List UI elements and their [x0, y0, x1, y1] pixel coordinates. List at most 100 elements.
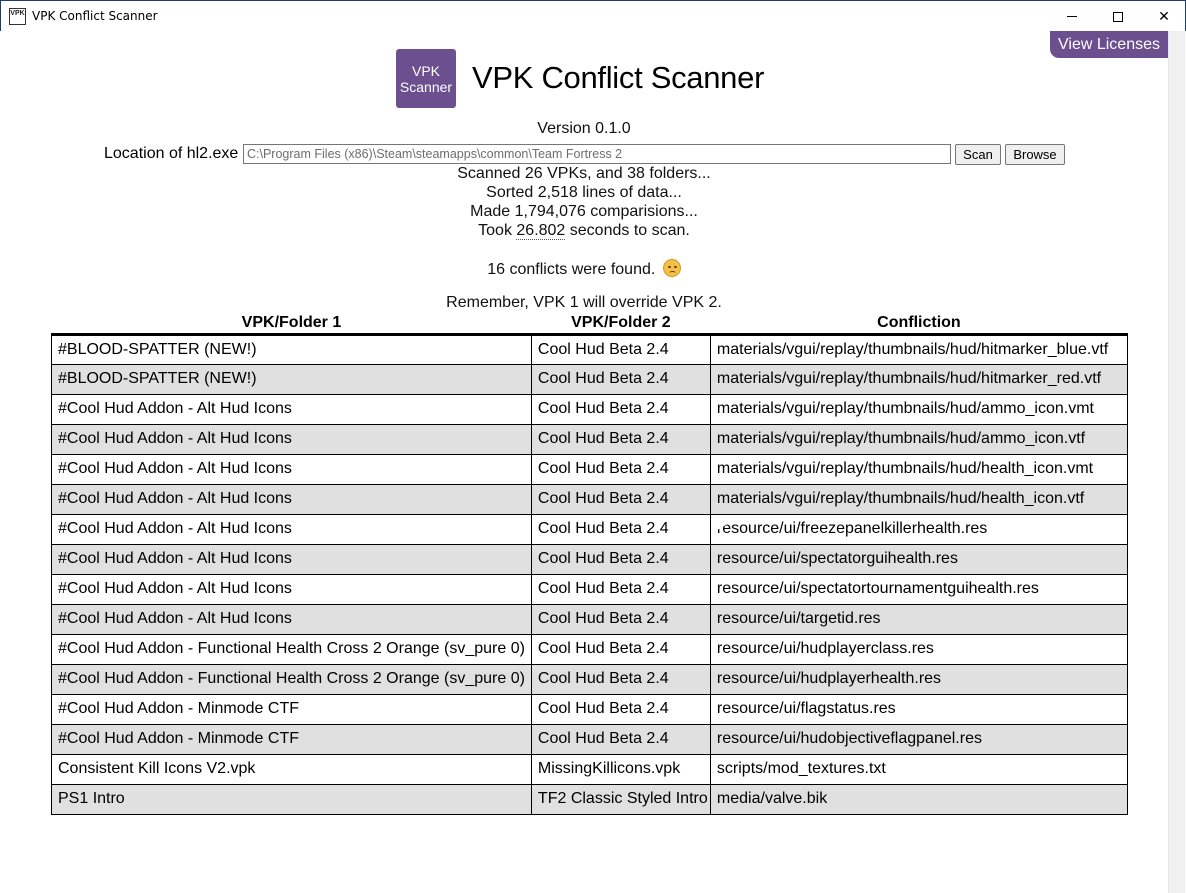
- cell-vpk2: Cool Hud Beta 2.4: [530, 513, 711, 545]
- column-header-vpk1: VPK/Folder 1: [51, 313, 532, 336]
- cell-vpk1: Consistent Kill Icons V2.vpk: [51, 753, 532, 785]
- cell-vpk1: #Cool Hud Addon - Minmode CTF: [51, 693, 532, 725]
- cell-confliction: resource/ui/spectatortournamentguihealth…: [709, 573, 1128, 605]
- table-header-row: VPK/Folder 1 VPK/Folder 2 Confliction: [51, 313, 1128, 336]
- cell-vpk1: #Cool Hud Addon - Alt Hud Icons: [51, 513, 532, 545]
- column-header-vpk2: VPK/Folder 2: [531, 313, 711, 336]
- cell-vpk2: Cool Hud Beta 2.4: [530, 363, 711, 395]
- cell-vpk2: Cool Hud Beta 2.4: [530, 423, 711, 455]
- cell-confliction: materials/vgui/replay/thumbnails/hud/hit…: [709, 333, 1128, 365]
- took-prefix: Took: [478, 222, 517, 239]
- cell-confliction: resource/ui/freezepanelkillerhealth.res: [709, 513, 1128, 545]
- table-row: PS1 Intro TF2 Classic Styled Intro media/v…: [51, 783, 1128, 815]
- cell-vpk2: Cool Hud Beta 2.4: [530, 483, 711, 515]
- cell-vpk2: Cool Hud Beta 2.4: [530, 573, 711, 605]
- cell-confliction: resource/ui/hudplayerclass.res: [709, 633, 1128, 665]
- cell-vpk2: Cool Hud Beta 2.4: [530, 603, 711, 635]
- browse-button[interactable]: Browse: [1005, 144, 1065, 165]
- table-row: #Cool Hud Addon - Alt Hud Icons Cool Hud …: [51, 483, 1128, 515]
- cell-confliction: materials/vgui/replay/thumbnails/hud/hea…: [709, 483, 1128, 515]
- conflicts-summary: 16 conflicts were found.: [0, 259, 1168, 279]
- sad-face-icon: [662, 259, 681, 277]
- app-logo: VPK Scanner: [396, 49, 456, 108]
- cell-confliction: media/valve.bik: [709, 783, 1128, 815]
- close-button[interactable]: ✕: [1141, 1, 1186, 32]
- status-scanned: Scanned 26 VPKs, and 38 folders...: [457, 165, 711, 182]
- column-header-confliction: Confliction: [710, 313, 1128, 336]
- vertical-scrollbar[interactable]: [1168, 31, 1185, 893]
- cell-confliction: resource/ui/hudobjectiveflagpanel.res: [709, 723, 1128, 755]
- table-row: #Cool Hud Addon - Minmode CTF Cool Hud Be…: [51, 693, 1128, 725]
- took-seconds: 26.802: [516, 222, 566, 240]
- table-row: #Cool Hud Addon - Alt Hud Icons Cool Hud …: [51, 393, 1128, 425]
- cell-vpk1: #Cool Hud Addon - Alt Hud Icons: [51, 423, 532, 455]
- table-row: #Cool Hud Addon - Minmode CTF Cool Hud Be…: [51, 723, 1128, 755]
- cell-vpk2: Cool Hud Beta 2.4: [530, 663, 711, 695]
- location-label: Location of hl2.exe: [104, 145, 239, 162]
- app-icon: VPK: [9, 8, 26, 25]
- conflicts-count-text: 16 conflicts were found.: [487, 261, 656, 278]
- conflict-table: VPK/Folder 1 VPK/Folder 2 Confliction #B…: [51, 313, 1128, 815]
- cell-vpk1: #Cool Hud Addon - Minmode CTF: [51, 723, 532, 755]
- table-row: #BLOOD-SPATTER (NEW!) Cool Hud Beta 2.4 ma…: [51, 333, 1128, 365]
- table-row: #BLOOD-SPATTER (NEW!) Cool Hud Beta 2.4 ma…: [51, 363, 1128, 395]
- cell-confliction: resource/ui/hudplayerhealth.res: [709, 663, 1128, 695]
- minimize-button[interactable]: [1049, 1, 1095, 32]
- table-row: #Cool Hud Addon - Functional Health Cros…: [51, 633, 1128, 665]
- logo-line-2: Scanner: [399, 78, 453, 95]
- table-row: #Cool Hud Addon - Alt Hud Icons Cool Hud …: [51, 573, 1128, 605]
- took-suffix: seconds to scan.: [565, 222, 690, 239]
- table-row: Consistent Kill Icons V2.vpk MissingKilli…: [51, 753, 1128, 785]
- table-row: #Cool Hud Addon - Alt Hud Icons Cool Hud …: [51, 513, 1128, 545]
- scan-button[interactable]: Scan: [955, 144, 1001, 165]
- cell-confliction: scripts/mod_textures.txt: [709, 753, 1128, 785]
- cell-vpk1: #Cool Hud Addon - Alt Hud Icons: [51, 453, 532, 485]
- status-sorted: Sorted 2,518 lines of data...: [486, 184, 682, 201]
- cell-vpk2: Cool Hud Beta 2.4: [530, 453, 711, 485]
- cell-confliction: materials/vgui/replay/thumbnails/hud/hea…: [709, 453, 1128, 485]
- table-row: #Cool Hud Addon - Alt Hud Icons Cool Hud …: [51, 603, 1128, 635]
- location-input[interactable]: [243, 144, 951, 164]
- table-row: #Cool Hud Addon - Functional Health Cros…: [51, 663, 1128, 695]
- cell-vpk2: Cool Hud Beta 2.4: [530, 633, 711, 665]
- cell-vpk2: Cool Hud Beta 2.4: [530, 723, 711, 755]
- logo-line-1: VPK: [411, 62, 440, 79]
- cell-vpk2: Cool Hud Beta 2.4: [530, 543, 711, 575]
- cell-vpk1: #Cool Hud Addon - Alt Hud Icons: [51, 393, 532, 425]
- cell-vpk2: MissingKillicons.vpk: [530, 753, 711, 785]
- cell-vpk1: #Cool Hud Addon - Alt Hud Icons: [51, 603, 532, 635]
- minimize-icon: [1067, 16, 1077, 17]
- page-title: VPK Conflict Scanner: [472, 60, 765, 95]
- table-row: #Cool Hud Addon - Alt Hud Icons Cool Hud …: [51, 453, 1128, 485]
- status-took: Took 26.802 seconds to scan.: [0, 222, 1168, 240]
- status-comparisons: Made 1,794,076 comparisions...: [470, 203, 698, 220]
- cell-confliction: materials/vgui/replay/thumbnails/hud/hit…: [709, 363, 1128, 395]
- table-row: #Cool Hud Addon - Alt Hud Icons Cool Hud …: [51, 543, 1128, 575]
- cell-vpk1: #BLOOD-SPATTER (NEW!): [51, 363, 532, 395]
- remember-note: Remember, VPK 1 will override VPK 2.: [446, 294, 722, 311]
- cell-vpk1: #Cool Hud Addon - Functional Health Cros…: [51, 663, 532, 695]
- cell-confliction: materials/vgui/replay/thumbnails/hud/amm…: [709, 393, 1128, 425]
- cell-vpk1: #Cool Hud Addon - Alt Hud Icons: [51, 483, 532, 515]
- cell-vpk1: #Cool Hud Addon - Functional Health Cros…: [51, 633, 532, 665]
- maximize-icon: [1113, 11, 1123, 22]
- table-row: #Cool Hud Addon - Alt Hud Icons Cool Hud …: [51, 423, 1128, 455]
- cell-vpk1: #BLOOD-SPATTER (NEW!): [51, 333, 532, 365]
- cell-confliction: resource/ui/targetid.res: [709, 603, 1128, 635]
- cell-vpk1: PS1 Intro: [51, 783, 532, 815]
- version-text: Version 0.1.0: [537, 120, 631, 137]
- cell-confliction: materials/vgui/replay/thumbnails/hud/amm…: [709, 423, 1128, 455]
- window-title: VPK Conflict Scanner: [32, 9, 158, 23]
- close-icon: ✕: [1158, 8, 1170, 24]
- cell-confliction: resource/ui/spectatorguihealth.res: [709, 543, 1128, 575]
- cell-vpk1: #Cool Hud Addon - Alt Hud Icons: [51, 543, 532, 575]
- cell-vpk2: Cool Hud Beta 2.4: [530, 333, 711, 365]
- cell-vpk2: Cool Hud Beta 2.4: [530, 393, 711, 425]
- cell-confliction: resource/ui/flagstatus.res: [709, 693, 1128, 725]
- cell-vpk2: Cool Hud Beta 2.4: [530, 693, 711, 725]
- title-bar: VPK VPK Conflict Scanner ✕: [0, 0, 1186, 31]
- view-licenses-button[interactable]: View Licenses: [1050, 31, 1168, 58]
- cell-vpk1: #Cool Hud Addon - Alt Hud Icons: [51, 573, 532, 605]
- cell-vpk2: TF2 Classic Styled Intro: [530, 783, 711, 815]
- maximize-button[interactable]: [1095, 1, 1141, 32]
